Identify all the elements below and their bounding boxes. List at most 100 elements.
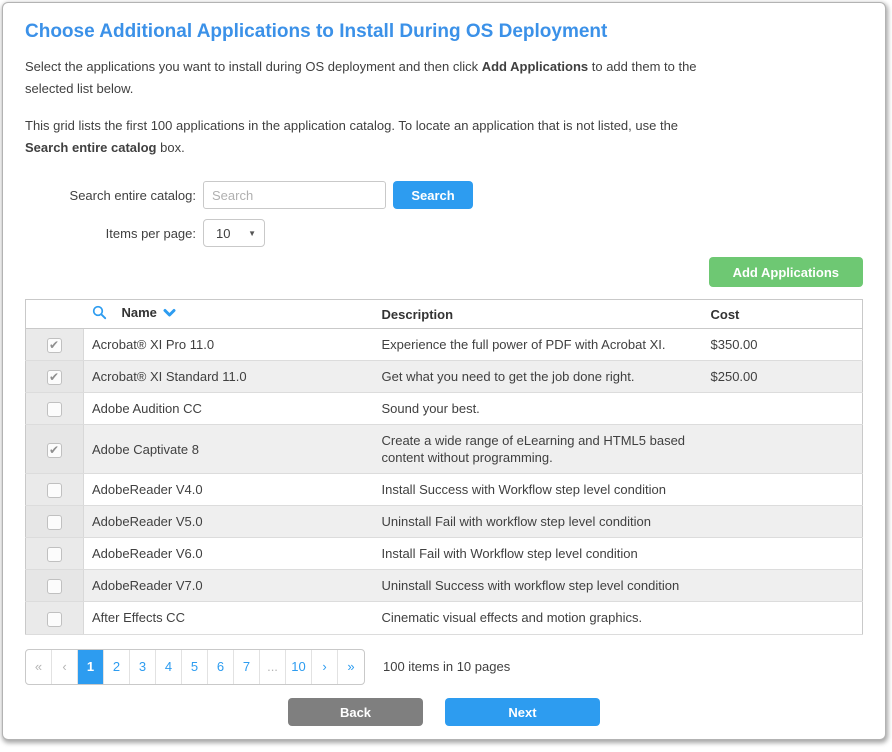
search-input[interactable] [203, 181, 386, 209]
page-title: Choose Additional Applications to Instal… [25, 21, 863, 43]
app-name: Adobe Audition CC [84, 393, 374, 425]
back-button[interactable]: Back [288, 698, 423, 726]
checkbox-cell: ✔ [26, 329, 84, 361]
app-name: AdobeReader V5.0 [84, 506, 374, 538]
description-column-header[interactable]: Description [374, 300, 703, 329]
table-row: ✔ Acrobat® XI Pro 11.0 Experience the fu… [26, 329, 863, 361]
search-catalog-label: Search entire catalog: [25, 188, 196, 203]
app-description: Uninstall Success with workflow step lev… [374, 570, 703, 602]
row-checkbox[interactable]: ✔ [47, 515, 62, 530]
pagination-first: « [26, 650, 52, 684]
applications-table: Name Description Cost ✔ Acrobat® XI Pro … [25, 299, 863, 635]
checkmark-icon: ✔ [49, 442, 59, 459]
app-name: Acrobat® XI Standard 11.0 [84, 361, 374, 393]
app-description: Install Success with Workflow step level… [374, 474, 703, 506]
pager-controls: «‹1234567...10›» [25, 649, 365, 685]
checkbox-cell: ✔ [26, 570, 84, 602]
table-header-row: Name Description Cost [26, 300, 863, 329]
pagination-next[interactable]: › [312, 650, 338, 684]
intro2-text-after: box. [157, 140, 185, 155]
items-per-page-value: 10 [216, 226, 248, 241]
intro-paragraph-2: This grid lists the first 100 applicatio… [25, 115, 697, 159]
table-row: ✔ AdobeReader V6.0 Install Fail with Wor… [26, 538, 863, 570]
search-icon[interactable] [92, 305, 107, 320]
dropdown-arrow-icon: ▼ [248, 229, 256, 238]
checkbox-column-header [26, 300, 84, 329]
app-cost [703, 474, 863, 506]
table-row: ✔ Adobe Audition CC Sound your best. [26, 393, 863, 425]
pagination-page-10[interactable]: 10 [286, 650, 312, 684]
app-description: Get what you need to get the job done ri… [374, 361, 703, 393]
app-cost [703, 393, 863, 425]
intro2-text: This grid lists the first 100 applicatio… [25, 118, 678, 133]
pagination-page-4[interactable]: 4 [156, 650, 182, 684]
app-description: Install Fail with Workflow step level co… [374, 538, 703, 570]
pagination-page-7[interactable]: 7 [234, 650, 260, 684]
app-description: Sound your best. [374, 393, 703, 425]
checkbox-cell: ✔ [26, 361, 84, 393]
items-per-page-select[interactable]: 10 ▼ [203, 219, 265, 247]
app-cost [703, 425, 863, 474]
search-button[interactable]: Search [393, 181, 473, 209]
app-cost: $250.00 [703, 361, 863, 393]
items-per-page-label: Items per page: [25, 226, 196, 241]
checkbox-cell: ✔ [26, 474, 84, 506]
table-row: ✔ Adobe Captivate 8 Create a wide range … [26, 425, 863, 474]
pagination-page-5[interactable]: 5 [182, 650, 208, 684]
pagination-page-6[interactable]: 6 [208, 650, 234, 684]
intro2-bold: Search entire catalog [25, 140, 157, 155]
pagination-last[interactable]: » [338, 650, 364, 684]
table-row: ✔ Acrobat® XI Standard 11.0 Get what you… [26, 361, 863, 393]
applications-table-body: ✔ Acrobat® XI Pro 11.0 Experience the fu… [26, 329, 863, 635]
table-row: ✔ AdobeReader V4.0 Install Success with … [26, 474, 863, 506]
table-row: ✔ After Effects CC Cinematic visual effe… [26, 602, 863, 634]
app-name: AdobeReader V6.0 [84, 538, 374, 570]
app-cost [703, 602, 863, 634]
checkbox-cell: ✔ [26, 538, 84, 570]
app-name: Adobe Captivate 8 [84, 425, 374, 474]
app-name: AdobeReader V4.0 [84, 474, 374, 506]
app-description: Create a wide range of eLearning and HTM… [374, 425, 703, 474]
app-cost [703, 570, 863, 602]
cost-column-header[interactable]: Cost [703, 300, 863, 329]
row-checkbox[interactable]: ✔ [47, 547, 62, 562]
checkbox-cell: ✔ [26, 602, 84, 634]
catalog-controls: Search entire catalog: Search Items per … [25, 181, 863, 247]
intro1-bold: Add Applications [482, 59, 588, 74]
checkbox-cell: ✔ [26, 506, 84, 538]
sort-descending-icon [163, 308, 176, 318]
checkbox-cell: ✔ [26, 393, 84, 425]
pagination-summary: 100 items in 10 pages [383, 659, 510, 674]
add-applications-button[interactable]: Add Applications [709, 257, 863, 287]
checkmark-icon: ✔ [49, 337, 59, 354]
app-cost: $350.00 [703, 329, 863, 361]
app-description: Cinematic visual effects and motion grap… [374, 602, 703, 634]
name-column-header[interactable]: Name [84, 300, 374, 329]
row-checkbox[interactable]: ✔ [47, 579, 62, 594]
intro1-text: Select the applications you want to inst… [25, 59, 482, 74]
checkbox-cell: ✔ [26, 425, 84, 474]
pagination-page-1[interactable]: 1 [78, 650, 104, 684]
checkmark-icon: ✔ [49, 369, 59, 386]
row-checkbox[interactable]: ✔ [47, 338, 62, 353]
wizard-footer: Back Next [3, 698, 885, 726]
pagination-page-3[interactable]: 3 [130, 650, 156, 684]
app-name: After Effects CC [84, 602, 374, 634]
intro-paragraph-1: Select the applications you want to inst… [25, 56, 697, 100]
pagination-prev: ‹ [52, 650, 78, 684]
app-name: AdobeReader V7.0 [84, 570, 374, 602]
app-name: Acrobat® XI Pro 11.0 [84, 329, 374, 361]
row-checkbox[interactable]: ✔ [47, 483, 62, 498]
app-description: Experience the full power of PDF with Ac… [374, 329, 703, 361]
os-deployment-dialog: Choose Additional Applications to Instal… [2, 2, 886, 740]
app-description: Uninstall Fail with workflow step level … [374, 506, 703, 538]
row-checkbox[interactable]: ✔ [47, 402, 62, 417]
pagination-ellipsis: ... [260, 650, 286, 684]
pagination-page-2[interactable]: 2 [104, 650, 130, 684]
row-checkbox[interactable]: ✔ [47, 443, 62, 458]
app-cost [703, 506, 863, 538]
row-checkbox[interactable]: ✔ [47, 370, 62, 385]
row-checkbox[interactable]: ✔ [47, 612, 62, 627]
name-column-label: Name [122, 305, 157, 320]
next-button[interactable]: Next [445, 698, 600, 726]
